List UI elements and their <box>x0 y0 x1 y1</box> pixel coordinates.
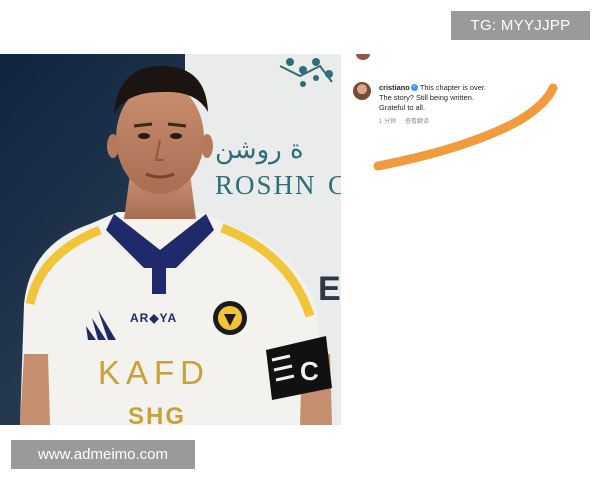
highlight-stroke-annotation <box>373 83 558 171</box>
